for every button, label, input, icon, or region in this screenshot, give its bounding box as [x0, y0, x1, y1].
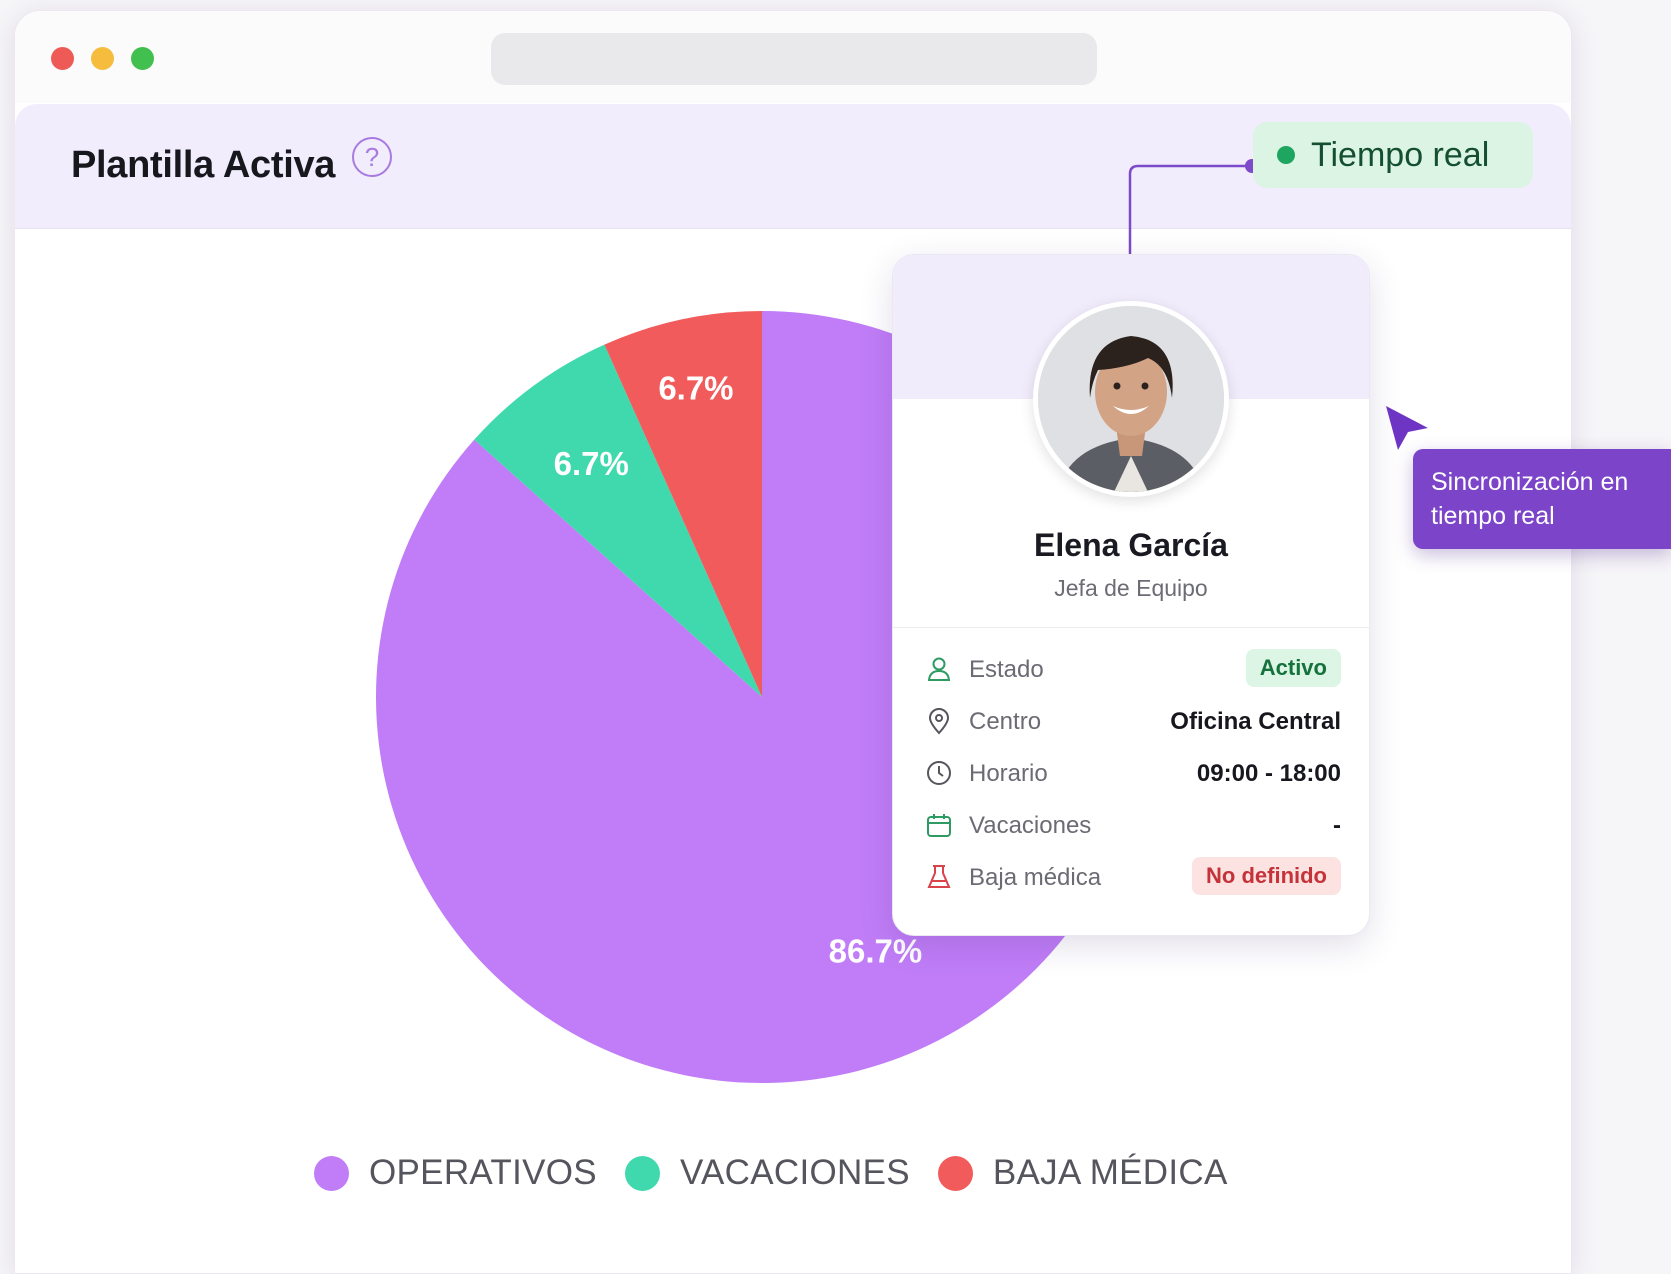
legend-swatch [937, 1155, 973, 1191]
legend-label: VACACIONES [679, 1153, 910, 1192]
detail-label: Baja médica [969, 864, 1102, 891]
live-dot-icon [1277, 146, 1295, 164]
card-divider [893, 627, 1369, 628]
legend-item-operativos: OPERATIVOS [314, 1153, 597, 1193]
legend-label: OPERATIVOS [369, 1153, 597, 1192]
employee-role: Jefa de Equipo [1054, 575, 1208, 601]
page-title: Plantilla Activa [71, 144, 336, 186]
detail-row-vacaciones: Vacaciones - [925, 805, 1341, 845]
close-window-button[interactable] [51, 47, 74, 70]
detail-row-baja-medica: Baja médica No definido [925, 857, 1341, 897]
legend-item-vacaciones: VACACIONES [624, 1153, 910, 1193]
detail-value: 09:00 - 18:00 [1196, 760, 1341, 787]
detail-label: Centro [969, 708, 1042, 735]
sync-tooltip: Sincronización en tiempo real [1413, 449, 1671, 549]
location-pin-icon [928, 708, 950, 735]
medical-icon [927, 865, 951, 888]
detail-row-estado: Estado Activo [925, 649, 1341, 689]
user-icon [927, 657, 951, 681]
detail-value: Oficina Central [1170, 708, 1341, 735]
calendar-icon [927, 814, 951, 837]
status-badge: Tiempo real [1253, 122, 1533, 188]
detail-value: - [1333, 812, 1341, 839]
detail-row-horario: Horario 09:00 - 18:00 [925, 753, 1341, 793]
legend-label: BAJA MÉDICA [992, 1153, 1228, 1192]
legend-swatch [624, 1155, 660, 1191]
status-pill-undefined: No definido [1192, 857, 1341, 895]
maximize-window-button[interactable] [131, 47, 154, 70]
detail-row-centro: Centro Oficina Central [925, 701, 1341, 741]
legend-swatch [314, 1155, 349, 1191]
employee-card: Elena García Jefa de Equipo Estado Activ… [892, 254, 1370, 936]
status-pill-active: Activo [1245, 649, 1341, 687]
status-badge-label: Tiempo real [1311, 136, 1490, 174]
window-titlebar [15, 11, 1571, 103]
question-circle-icon[interactable]: ? [352, 137, 392, 177]
clock-icon [927, 761, 951, 785]
avatar-image [1038, 306, 1224, 492]
minimize-window-button[interactable] [91, 47, 114, 70]
address-bar[interactable] [491, 33, 1097, 85]
tooltip-text: Sincronización en tiempo real [1431, 468, 1629, 530]
detail-label: Vacaciones [969, 812, 1092, 839]
avatar [1033, 301, 1229, 497]
detail-label: Estado [969, 656, 1044, 683]
detail-label: Horario [969, 760, 1048, 787]
chart-legend: OPERATIVOS VACACIONES BAJA MÉDICA [314, 1153, 1256, 1193]
employee-name: Elena García [1034, 527, 1228, 563]
legend-item-baja-medica: BAJA MÉDICA [937, 1153, 1228, 1193]
